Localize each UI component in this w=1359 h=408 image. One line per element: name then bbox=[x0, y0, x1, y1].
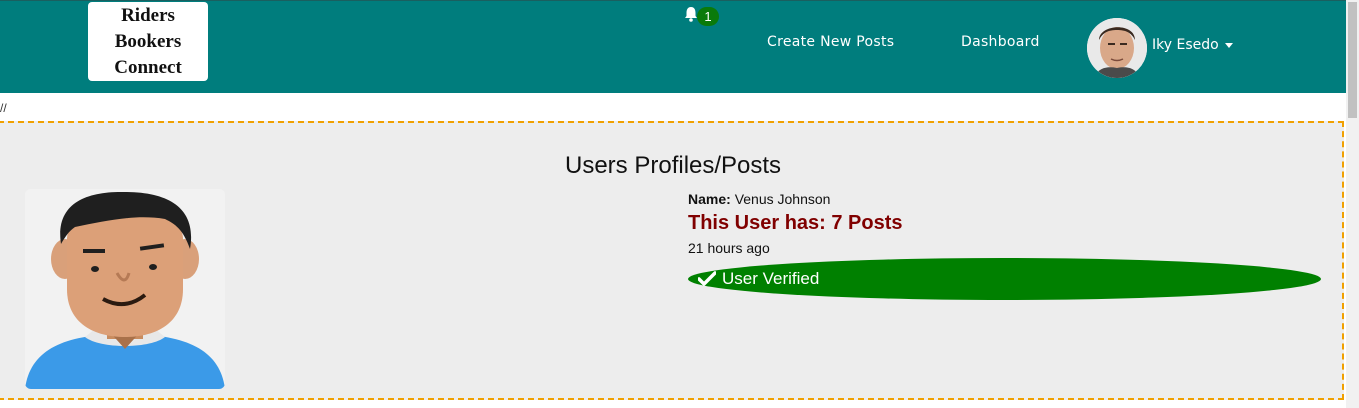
name-label: Name: bbox=[688, 191, 731, 207]
create-new-posts-link[interactable]: Create New Posts bbox=[767, 34, 894, 50]
user-menu-dropdown[interactable]: Iky Esedo bbox=[1152, 37, 1233, 53]
dashboard-link[interactable]: Dashboard bbox=[961, 34, 1040, 50]
verified-badge: User Verified bbox=[688, 258, 1321, 300]
user-name-line: Name: Venus Johnson bbox=[688, 191, 830, 207]
caret-down-icon bbox=[1224, 42, 1233, 48]
navbar: Riders Bookers Connect 1 Create New Post… bbox=[0, 0, 1346, 93]
cartoon-avatar-icon bbox=[25, 189, 225, 389]
profile-avatar bbox=[25, 189, 225, 389]
breadcrumb: // bbox=[0, 101, 7, 115]
user-avatar[interactable] bbox=[1087, 18, 1147, 78]
user-photo-icon bbox=[1087, 18, 1147, 78]
page-title: Users Profiles/Posts bbox=[565, 152, 782, 179]
post-count: This User has: 7 Posts bbox=[688, 212, 903, 234]
notification-count-badge[interactable]: 1 bbox=[697, 7, 719, 26]
brand-line1: Riders Bookers bbox=[114, 4, 182, 52]
name-value: Venus Johnson bbox=[734, 191, 831, 207]
last-active-time: 21 hours ago bbox=[688, 240, 770, 256]
brand-logo[interactable]: Riders Bookers Connect bbox=[88, 2, 208, 81]
user-name: Iky Esedo bbox=[1152, 37, 1219, 53]
vertical-scrollbar[interactable] bbox=[1346, 0, 1359, 408]
scrollbar-thumb[interactable] bbox=[1348, 2, 1357, 118]
brand-line2: Connect bbox=[114, 56, 182, 78]
checkmark-icon bbox=[698, 271, 716, 286]
verified-label: User Verified bbox=[722, 269, 820, 288]
